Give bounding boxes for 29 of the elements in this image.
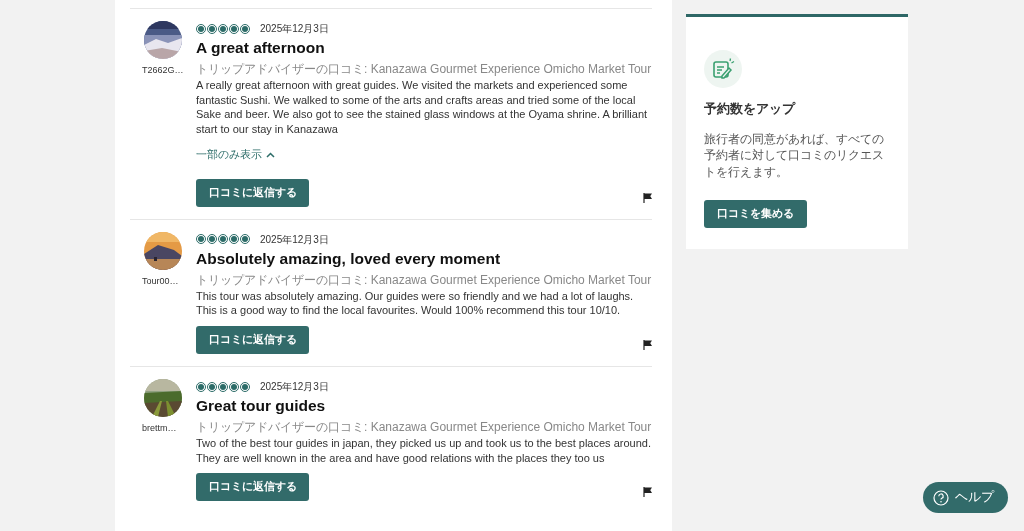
review-source: トリップアドバイザーの口コミ: Kanazawa Gourmet Experience Omicho Market Tour xyxy=(196,419,652,436)
flag-icon[interactable] xyxy=(643,340,652,351)
username: T2662G… xyxy=(142,64,184,77)
reply-button[interactable]: 口コミに返信する xyxy=(196,178,309,207)
review-title: Absolutely amazing, loved every moment xyxy=(196,248,502,269)
review-source: トリップアドバイザーの口コミ: Kanazawa Gourmet Experience Omicho Market Tour xyxy=(196,61,652,77)
review-text: Two of the best tour guides in japan, they picked us up and took us to the best places around. They are well known in the area and have good relations with the places they too us xyxy=(196,436,652,466)
review-date: 2025年12月3日 xyxy=(260,380,329,395)
review-text: This tour was absolutely amazing. Our guides were so friendly and we had a lot of laughs. This is a good way to find the local favourites. Would 100% recommend this tour 10/10. xyxy=(196,288,635,319)
review-source: トリップアドバイザーの口コミ: Kanazawa Gourmet Experience Omicho Market Tour xyxy=(196,271,652,288)
username: Tour00… xyxy=(142,274,179,288)
help-icon xyxy=(933,489,949,506)
review-date: 2025年12月3日 xyxy=(260,22,329,36)
promo-text: 旅行者の同意があれば、すべての予約者に対して口コミのリクエストを行えます。 xyxy=(704,130,885,181)
collect-reviews-button[interactable]: 口コミを集める xyxy=(704,200,807,229)
review-date: 2025年12月3日 xyxy=(260,232,329,247)
review-title: A great afternoon xyxy=(196,38,326,58)
reply-button[interactable]: 口コミに返信する xyxy=(196,326,309,355)
flag-icon[interactable] xyxy=(643,192,652,203)
flag-icon[interactable] xyxy=(643,487,652,498)
review-title: Great tour guides xyxy=(196,396,327,417)
caret-icon xyxy=(266,151,275,158)
promo-title: 予約数をアップ xyxy=(704,101,797,118)
show-less-toggle[interactable]: 一部のみ表示 xyxy=(196,146,275,163)
help-button[interactable]: ヘルプ xyxy=(923,482,1008,513)
review-text: A really great afternoon with great guides. We visited the markets and experienced some fantastic Sushi. We walked to some of the arts and crafts areas and tried some of the local Sake and beer. We also got to see the stained glass windows at the Oyama shrine. A brilliant start to our stay in Kanazawa xyxy=(196,78,649,137)
note-edit-icon xyxy=(704,50,742,88)
username: brettm… xyxy=(142,422,177,436)
reply-button[interactable]: 口コミに返信する xyxy=(196,473,309,502)
